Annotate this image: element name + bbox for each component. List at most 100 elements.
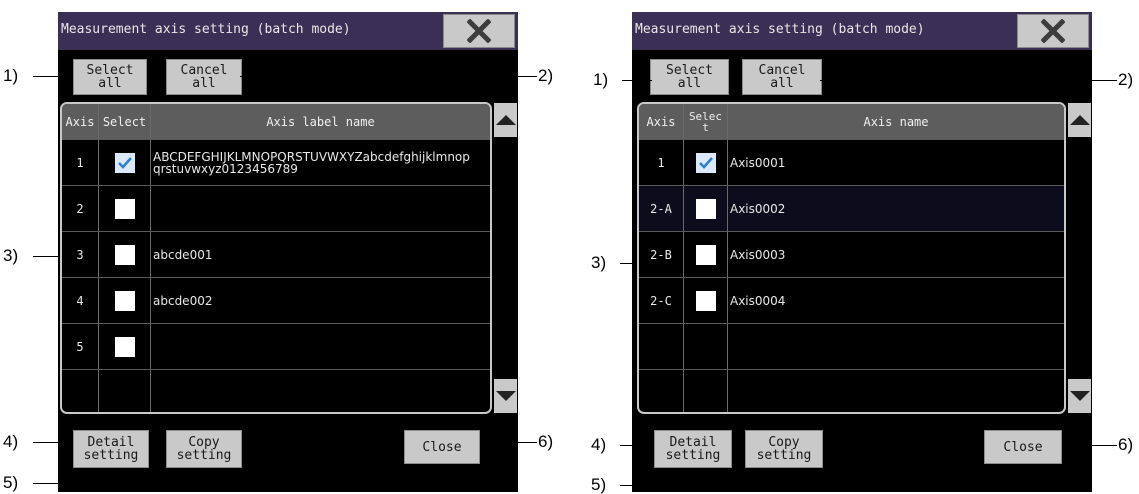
table-row[interactable]: 2-A Axis0002 [639,186,1064,232]
scroll-down-button[interactable] [494,379,517,413]
leader-line [620,445,654,446]
cancel-all-button[interactable]: Cancel all [742,59,822,95]
axis-table: Axis Selec t Axis name 1 Axis0001 2-A Ax… [637,102,1066,414]
table-row[interactable]: 4 abcde002 [62,278,490,324]
column-header-select: Select [99,104,151,139]
callout-5: 5) [591,475,607,494]
leader-line [620,263,637,264]
leader-line [197,468,198,484]
select-checkbox[interactable] [114,198,135,219]
table-row[interactable]: 5 [62,324,490,370]
axis-label-name[interactable]: abcde002 [151,278,490,323]
axis-number: 3 [62,232,99,277]
table-row [639,324,1064,370]
callout-1: 1) [593,70,609,89]
close-button[interactable]: Close [984,430,1062,464]
callout-3: 3) [591,253,607,272]
table-row[interactable]: 3 abcde001 [62,232,490,278]
select-cell [99,370,151,412]
leader-line [820,80,1117,81]
close-x-button[interactable] [443,14,515,48]
axis-number: 4 [62,278,99,323]
copy-setting-button[interactable]: Copy setting [745,430,823,468]
title-bar: Measurement axis setting (batch mode) [58,12,518,50]
left-dialog: Measurement axis setting (batch mode) Se… [58,12,518,492]
axis-label-name[interactable] [151,324,490,369]
select-cell [684,278,728,323]
close-x-button[interactable] [1017,14,1089,48]
axis-number [639,370,684,412]
axis-label-name [151,370,490,412]
axis-name[interactable]: Axis0003 [728,232,1064,277]
detail-setting-button[interactable]: Detail setting [73,430,149,468]
close-x-icon [1041,19,1065,43]
axis-name[interactable]: Axis0004 [728,278,1064,323]
axis-number [62,370,99,412]
axis-number: 5 [62,324,99,369]
arrow-down-icon [495,391,516,401]
callout-2: 2) [538,66,554,85]
leader-line [33,76,73,77]
scroll-down-button[interactable] [1068,379,1091,413]
axis-number [639,324,684,369]
select-cell [684,186,728,231]
leader-line [33,442,73,443]
leader-line [33,483,198,484]
axis-name [728,324,1064,369]
scroll-up-button[interactable] [1068,103,1091,137]
callout-6: 6) [538,432,554,451]
dialog-title: Measurement axis setting (batch mode) [635,22,925,37]
select-checkbox[interactable] [695,290,716,311]
select-checkbox[interactable] [695,244,716,265]
detail-setting-button[interactable]: Detail setting [654,430,732,468]
table-row[interactable]: 2-B Axis0003 [639,232,1064,278]
axis-label-name[interactable]: abcde001 [151,232,490,277]
select-cell [684,232,728,277]
select-cell [99,186,151,231]
select-cell [684,370,728,412]
axis-number: 2-A [639,186,684,231]
close-button[interactable]: Close [404,430,480,464]
axis-label-name[interactable]: ABCDEFGHIJKLMNOPQRSTUVWXYZabcdefghijklmn… [151,140,490,185]
select-checkbox[interactable] [114,152,135,173]
table-row[interactable]: 1 ABCDEFGHIJKLMNOPQRSTUVWXYZabcdefghijkl… [62,140,490,186]
scrollbar[interactable] [494,103,517,413]
right-dialog: Measurement axis setting (batch mode) Se… [632,12,1092,492]
callout-4: 4) [591,435,607,454]
select-cell [99,278,151,323]
copy-setting-button[interactable]: Copy setting [166,430,242,468]
column-header-axis: Axis [62,104,99,139]
table-row[interactable]: 2-C Axis0004 [639,278,1064,324]
scrollbar[interactable] [1068,103,1091,413]
scroll-up-button[interactable] [494,103,517,137]
select-checkbox[interactable] [114,336,135,357]
select-cell [99,324,151,369]
axis-label-name[interactable] [151,186,490,231]
leader-line [620,485,776,486]
column-header-name: Axis label name [266,114,375,129]
select-checkbox[interactable] [695,152,716,173]
arrow-down-icon [1069,391,1090,401]
select-cell [684,324,728,369]
axis-name[interactable]: Axis0001 [728,140,1064,185]
select-checkbox[interactable] [114,290,135,311]
table-row[interactable]: 1 Axis0001 [639,140,1064,186]
leader-line [622,80,652,81]
cancel-all-button[interactable]: Cancel all [166,59,242,95]
select-cell [99,232,151,277]
close-x-icon [467,19,491,43]
table-row [639,370,1064,412]
leader-line [240,76,537,77]
table-row [62,370,490,412]
select-checkbox[interactable] [695,198,716,219]
select-cell [684,140,728,185]
select-all-button[interactable]: Select all [73,59,147,95]
axis-number: 1 [639,140,684,185]
select-all-button[interactable]: Select all [650,59,729,95]
select-checkbox[interactable] [114,244,135,265]
axis-name[interactable]: Axis0002 [728,186,1064,231]
table-row[interactable]: 2 [62,186,490,232]
callout-2: 2) [1118,70,1134,89]
arrow-up-icon [1069,115,1090,125]
column-header-name: Axis name [863,114,929,129]
